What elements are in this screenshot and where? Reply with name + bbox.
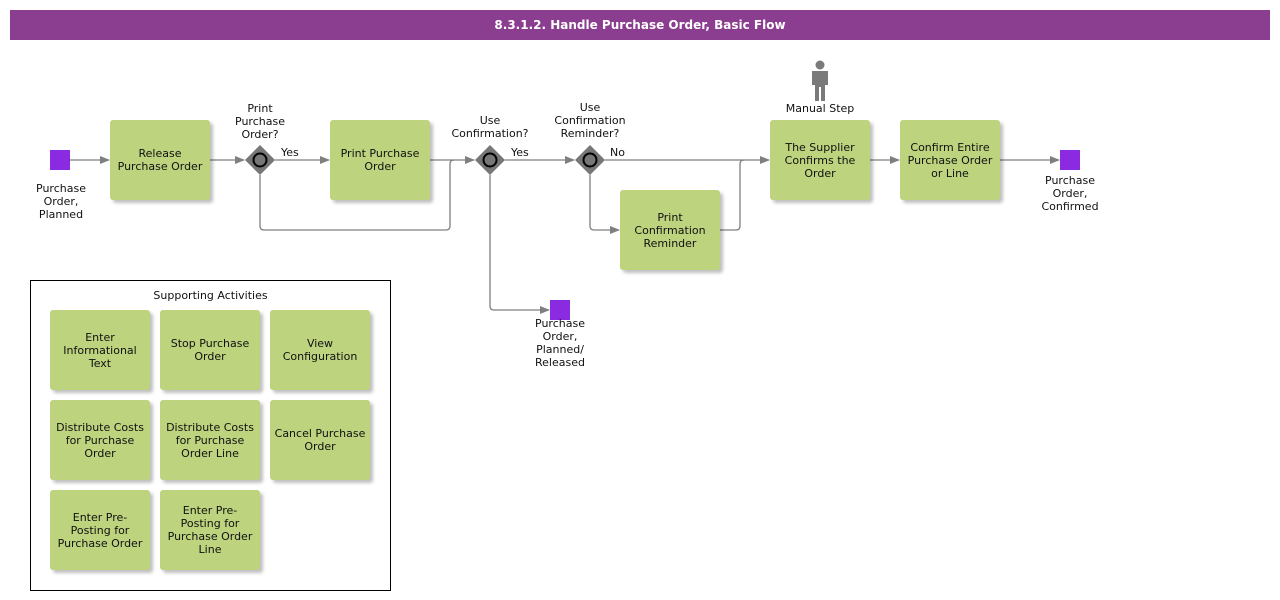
flow-gw3-reminder xyxy=(589,175,620,234)
activity-release-purchase-order[interactable]: Release Purchase Order xyxy=(110,120,210,200)
start-event-label: Purchase Order, Planned xyxy=(36,182,86,221)
flow-label-no: No xyxy=(610,146,625,159)
flow-reminder-merge xyxy=(720,159,745,231)
supporting-item-enter-informational-text[interactable]: Enter Informational Text xyxy=(50,310,150,390)
supporting-item-stop-purchase-order[interactable]: Stop Purchase Order xyxy=(160,310,260,390)
flow-label-yes: Yes xyxy=(511,146,529,159)
supporting-activities-panel: Supporting Activities Enter Informationa… xyxy=(30,280,391,591)
gateway-print-po-label: Print Purchase Order? xyxy=(235,102,285,141)
supporting-item-distribute-costs-po-line[interactable]: Distribute Costs for Purchase Order Line xyxy=(160,400,260,480)
gateway-use-reminder[interactable] xyxy=(575,145,605,175)
end-event-confirmed-label: Purchase Order, Confirmed xyxy=(1041,174,1099,213)
activity-supplier-confirms[interactable]: The Supplier Confirms the Order xyxy=(770,120,870,200)
supporting-activities-title: Supporting Activities xyxy=(153,289,268,302)
activity-print-confirmation-reminder[interactable]: Print Confirmation Reminder xyxy=(620,190,720,270)
end-event-confirmed[interactable] xyxy=(1060,150,1080,170)
gateway-use-reminder-label: Use Confirmation Reminder? xyxy=(554,101,626,140)
gateway-use-confirmation[interactable] xyxy=(475,145,505,175)
flow-gw2-released xyxy=(489,175,550,314)
gateway-use-confirmation-label: Use Confirmation? xyxy=(451,114,529,140)
supporting-item-pre-posting-po-line[interactable]: Enter Pre- Posting for Purchase Order Li… xyxy=(160,490,260,570)
supporting-item-pre-posting-po[interactable]: Enter Pre- Posting for Purchase Order xyxy=(50,490,150,570)
flow-label-yes: Yes xyxy=(281,146,299,159)
end-event-released-label: Purchase Order, Planned/ Released xyxy=(535,317,585,369)
start-event[interactable] xyxy=(50,150,70,170)
supporting-item-view-configuration[interactable]: View Configuration xyxy=(270,310,370,390)
supporting-item-distribute-costs-po[interactable]: Distribute Costs for Purchase Order xyxy=(50,400,150,480)
manual-step-label: Manual Step xyxy=(785,102,855,115)
activity-print-purchase-order[interactable]: Print Purchase Order xyxy=(330,120,430,200)
activity-confirm-entire[interactable]: Confirm Entire Purchase Order or Line xyxy=(900,120,1000,200)
gateway-print-po[interactable] xyxy=(245,145,275,175)
person-icon xyxy=(812,60,828,101)
supporting-item-cancel-purchase-order[interactable]: Cancel Purchase Order xyxy=(270,400,370,480)
